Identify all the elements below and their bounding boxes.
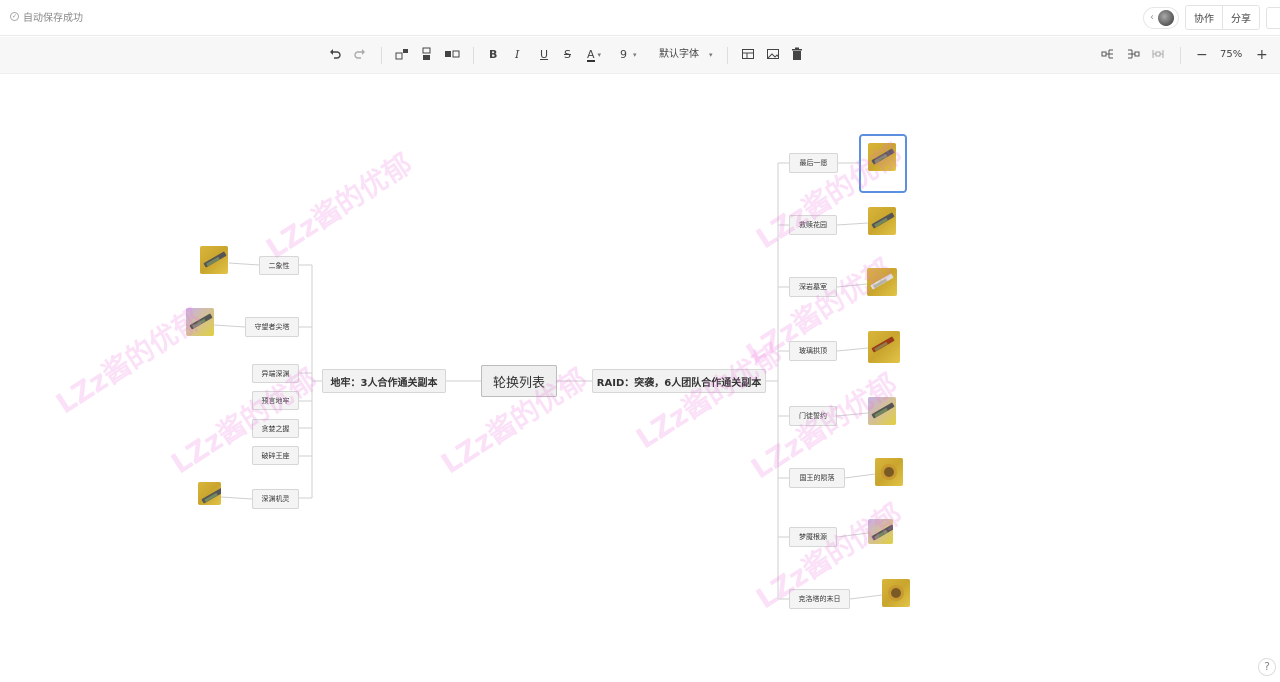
strikethrough-button[interactable]: S <box>564 47 571 63</box>
raid-node[interactable]: 深岩墓室 <box>789 277 837 297</box>
weapon-thumbnail[interactable] <box>875 458 903 486</box>
font-family-value: 默认字体 <box>659 49 699 60</box>
autosave-status: ✓ 自动保存成功 <box>10 9 83 24</box>
image-icon[interactable] <box>766 47 780 63</box>
font-size-value: 9 <box>620 48 627 61</box>
undo-icon[interactable] <box>328 47 342 63</box>
bold-button[interactable]: B <box>489 47 497 63</box>
font-size-select[interactable]: 9 ▾ <box>620 47 637 63</box>
weapon-thumbnail[interactable] <box>868 331 900 363</box>
insert-child-icon[interactable] <box>395 47 409 63</box>
underline-button[interactable]: U <box>540 47 548 63</box>
dungeon-node[interactable]: 异端深渊 <box>252 364 299 383</box>
zoom-in-button[interactable]: + <box>1256 47 1268 63</box>
weapon-thumbnail[interactable] <box>198 482 221 505</box>
raid-node[interactable]: 玻璃拱顶 <box>789 341 837 361</box>
font-family-select[interactable]: 默认字体 ▾ <box>659 47 713 63</box>
top-bar: ✓ 自动保存成功 ‹ 协作 分享 <box>0 0 1280 36</box>
dungeon-node[interactable]: 二象性 <box>259 256 299 275</box>
layout-right-icon[interactable] <box>1101 47 1115 63</box>
weapon-thumbnail[interactable] <box>867 268 897 296</box>
chevron-left-icon[interactable]: ‹ <box>1150 12 1154 23</box>
layout-both-icon[interactable] <box>1151 47 1165 63</box>
collaborators-toggle[interactable]: ‹ <box>1143 6 1179 29</box>
dungeon-node[interactable]: 预言地牢 <box>252 391 299 410</box>
layout-left-icon[interactable] <box>1126 47 1140 63</box>
redo-icon[interactable] <box>353 47 367 63</box>
raid-node[interactable]: 梦魇根源 <box>789 527 837 547</box>
root-node[interactable]: 轮换列表 <box>481 365 557 397</box>
branch-raid[interactable]: RAID：突袭，6人团队合作通关副本 <box>592 369 766 393</box>
delete-icon[interactable] <box>791 47 803 63</box>
weapon-thumbnail[interactable] <box>868 397 896 425</box>
dungeon-node[interactable]: 破碎王座 <box>252 446 299 465</box>
italic-button[interactable]: I <box>515 47 519 63</box>
font-color-button[interactable]: A ▾ <box>587 47 601 63</box>
branch-dungeon[interactable]: 地牢：3人合作通关副本 <box>322 369 446 393</box>
weapon-thumbnail[interactable] <box>882 579 910 607</box>
raid-node[interactable]: 门徒誓约 <box>789 406 837 426</box>
collaborate-button[interactable]: 协作 <box>1186 6 1223 29</box>
check-circle-icon: ✓ <box>10 12 19 21</box>
zoom-level: 75% <box>1220 49 1243 60</box>
help-icon[interactable]: ? <box>1258 658 1276 676</box>
weapon-thumbnail[interactable] <box>868 143 896 171</box>
dungeon-node[interactable]: 贪婪之握 <box>252 419 299 438</box>
more-button[interactable] <box>1266 6 1280 29</box>
dungeon-node[interactable]: 深渊机灵 <box>252 489 299 509</box>
raid-node[interactable]: 最后一愿 <box>789 153 838 173</box>
insert-parent-icon[interactable] <box>444 47 460 63</box>
avatar[interactable] <box>1158 9 1174 26</box>
raid-node[interactable]: 国王的陨落 <box>789 468 845 488</box>
dungeon-node[interactable]: 守望者尖塔 <box>245 317 299 337</box>
raid-node[interactable]: 救赎花园 <box>789 215 837 235</box>
zoom-out-button[interactable]: − <box>1196 47 1208 63</box>
weapon-thumbnail[interactable] <box>200 246 228 274</box>
mindmap-canvas[interactable]: 轮换列表 地牢：3人合作通关副本 二象性 守望者尖塔 异端深渊 预言地牢 贪婪之… <box>0 75 1280 682</box>
share-button[interactable]: 分享 <box>1223 6 1259 29</box>
weapon-thumbnail[interactable] <box>186 308 214 336</box>
weapon-thumbnail[interactable] <box>868 207 896 235</box>
weapon-thumbnail[interactable] <box>868 519 893 544</box>
editor-toolbar: B I U S A ▾ 9 ▾ 默认字体 ▾ − 75% + <box>0 37 1280 74</box>
style-icon[interactable] <box>741 47 755 63</box>
autosave-text: 自动保存成功 <box>23 13 83 24</box>
raid-node[interactable]: 克洛塔的末日 <box>789 589 850 609</box>
insert-sibling-icon[interactable] <box>420 47 434 63</box>
